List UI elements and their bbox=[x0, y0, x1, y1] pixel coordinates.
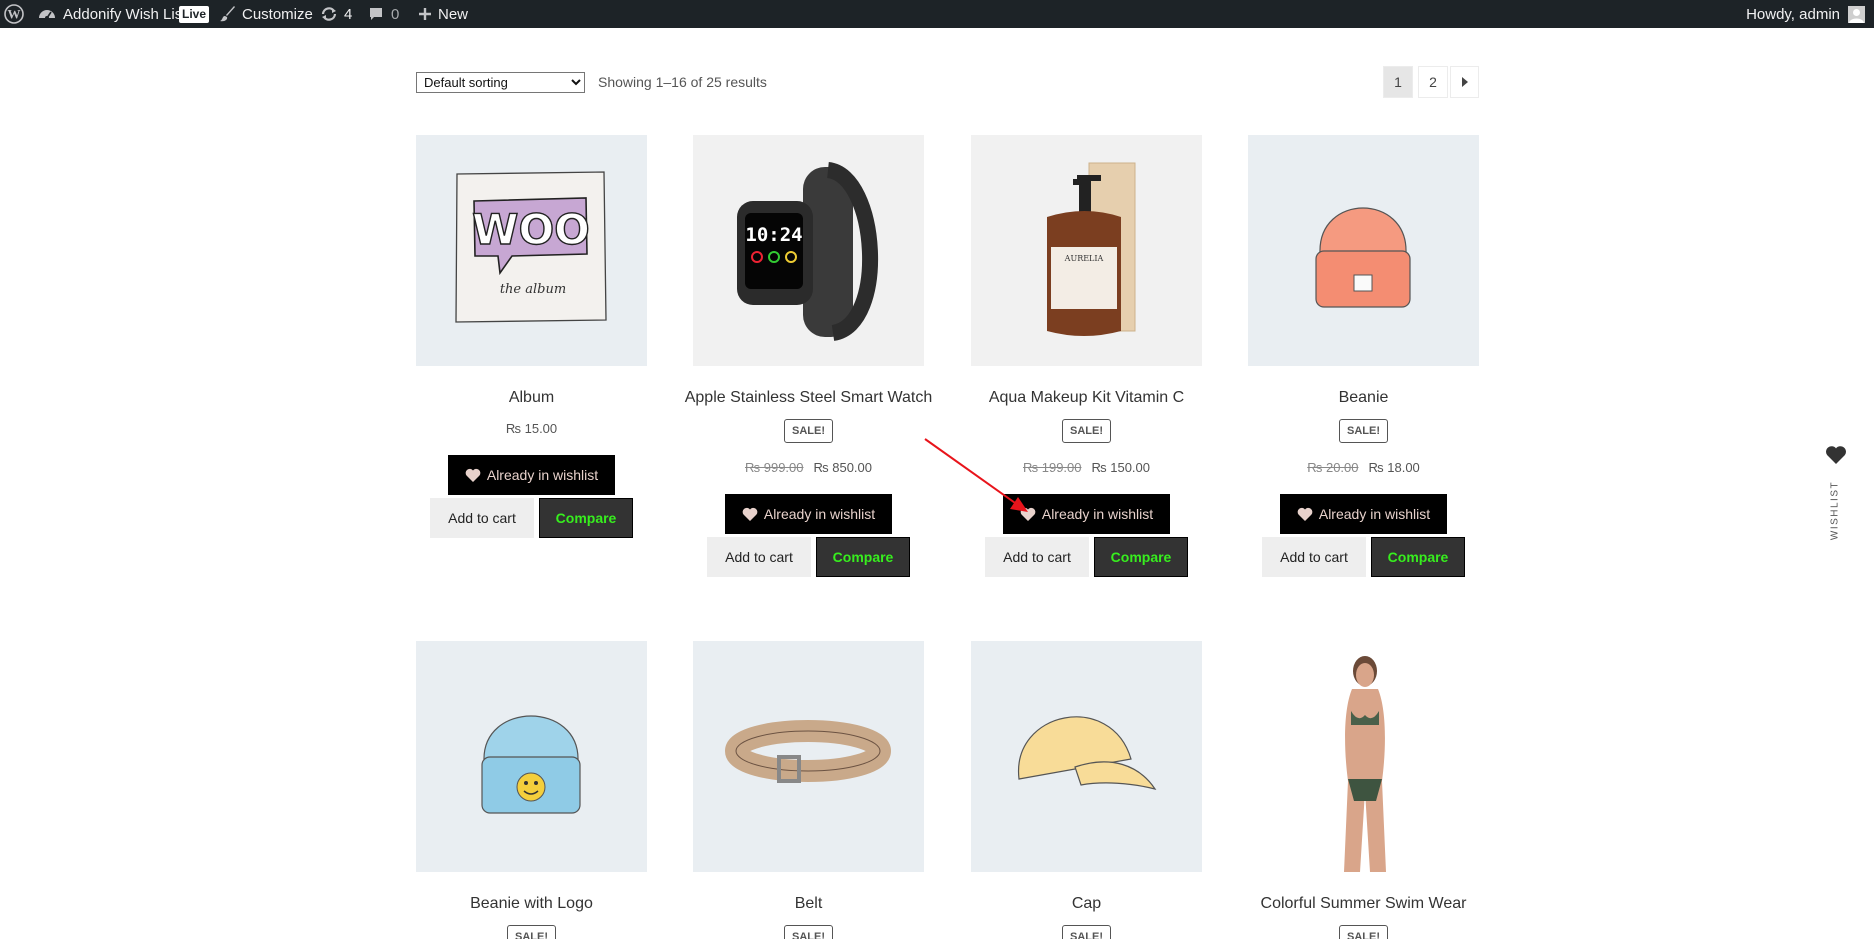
pagination-page-1[interactable]: 1 bbox=[1383, 66, 1413, 98]
heart-icon bbox=[465, 468, 481, 482]
avatar bbox=[1848, 5, 1865, 23]
product-title[interactable]: Beanie bbox=[1228, 389, 1499, 407]
customize-link[interactable]: Customize bbox=[220, 0, 313, 28]
product-title[interactable]: Belt bbox=[673, 895, 944, 913]
add-to-cart-button[interactable]: Add to cart bbox=[1262, 537, 1366, 577]
already-in-wishlist-button[interactable]: Already in wishlist bbox=[448, 455, 615, 495]
brush-icon bbox=[220, 6, 235, 22]
pagination-page-2[interactable]: 2 bbox=[1418, 66, 1448, 98]
product-image[interactable] bbox=[693, 641, 924, 872]
add-to-cart-button[interactable]: Add to cart bbox=[707, 537, 811, 577]
regular-price: ₨ 20.00 bbox=[1307, 460, 1359, 475]
compare-button[interactable]: Compare bbox=[1094, 537, 1188, 577]
product-price: ₨ 199.00 ₨ 150.00 bbox=[971, 460, 1202, 475]
sale-badge: SALE! bbox=[1062, 925, 1111, 939]
sale-price: ₨ 18.00 bbox=[1368, 460, 1420, 475]
product-image[interactable] bbox=[416, 641, 647, 872]
product-title[interactable]: Colorful Summer Swim Wear bbox=[1228, 895, 1499, 913]
caret-right-icon bbox=[1461, 77, 1468, 87]
product-image[interactable]: WOO the album bbox=[416, 135, 647, 366]
sale-badge: SALE! bbox=[784, 925, 833, 939]
sale-price: ₨ 150.00 bbox=[1091, 460, 1151, 475]
wordpress-logo-icon[interactable]: W bbox=[4, 0, 24, 28]
sale-badge: SALE! bbox=[507, 925, 556, 939]
svg-text:W: W bbox=[8, 7, 21, 22]
pagination-next[interactable] bbox=[1450, 66, 1479, 98]
site-name-link[interactable]: Addonify Wish List bbox=[38, 0, 186, 28]
product-image[interactable] bbox=[971, 641, 1202, 872]
dashboard-icon bbox=[39, 10, 55, 20]
sale-badge: SALE! bbox=[1339, 419, 1388, 443]
already-in-wishlist-button[interactable]: Already in wishlist bbox=[1280, 494, 1447, 534]
product-price: ₨ 15.00 bbox=[505, 421, 558, 436]
product-title[interactable]: Beanie with Logo bbox=[396, 895, 667, 913]
watch-time-text: 10:24 bbox=[745, 224, 802, 246]
wishlist-sidebar-toggle[interactable]: WISHLIST bbox=[1822, 445, 1848, 540]
my-account-link[interactable]: Howdy, admin bbox=[1746, 0, 1865, 28]
product-title[interactable]: Album bbox=[396, 389, 667, 407]
product-image[interactable]: AURELIA bbox=[971, 135, 1202, 366]
regular-price: ₨ 199.00 bbox=[1022, 460, 1082, 475]
product-price: ₨ 20.00 ₨ 18.00 bbox=[1248, 460, 1479, 475]
sale-badge: SALE! bbox=[1339, 925, 1388, 939]
product-price: ₨ 999.00 ₨ 850.00 bbox=[693, 460, 924, 475]
admin-bar: W Addonify Wish List Live Customize 4 0 … bbox=[0, 0, 1874, 28]
bottle-brand-text: AURELIA bbox=[1064, 254, 1104, 263]
product-title[interactable]: Aqua Makeup Kit Vitamin C bbox=[951, 389, 1222, 407]
regular-price: ₨ 999.00 bbox=[744, 460, 804, 475]
site-name: Addonify Wish List bbox=[63, 5, 187, 23]
plus-icon bbox=[419, 8, 431, 20]
already-in-wishlist-button[interactable]: Already in wishlist bbox=[725, 494, 892, 534]
updates-icon bbox=[321, 7, 337, 21]
product-image[interactable]: 10:24 bbox=[693, 135, 924, 366]
sale-badge: SALE! bbox=[784, 419, 833, 443]
add-to-cart-button[interactable]: Add to cart bbox=[985, 537, 1089, 577]
comments-link[interactable]: 0 bbox=[368, 0, 399, 28]
add-to-cart-button[interactable]: Add to cart bbox=[430, 498, 534, 538]
result-count: Showing 1–16 of 25 results bbox=[598, 74, 767, 90]
wishlist-sidebar-label: WISHLIST bbox=[1829, 480, 1841, 541]
annotation-arrow bbox=[924, 438, 1028, 512]
live-badge: Live bbox=[179, 0, 210, 28]
product-title[interactable]: Cap bbox=[951, 895, 1222, 913]
album-caption-text: the album bbox=[500, 282, 566, 297]
heart-icon bbox=[1297, 507, 1313, 521]
product-image[interactable] bbox=[1248, 641, 1479, 872]
comment-icon bbox=[370, 8, 382, 20]
compare-button[interactable]: Compare bbox=[539, 498, 633, 538]
new-content-link[interactable]: New bbox=[418, 0, 468, 28]
heart-icon bbox=[742, 507, 758, 521]
sale-badge: SALE! bbox=[1062, 419, 1111, 443]
heart-icon bbox=[1020, 507, 1036, 521]
product-image[interactable] bbox=[1248, 135, 1479, 366]
heart-icon bbox=[1826, 446, 1846, 464]
album-woo-text: WOO bbox=[472, 205, 590, 254]
sale-price: ₨ 850.00 bbox=[813, 460, 873, 475]
already-in-wishlist-button[interactable]: Already in wishlist bbox=[1003, 494, 1170, 534]
compare-button[interactable]: Compare bbox=[1371, 537, 1465, 577]
updates-link[interactable]: 4 bbox=[320, 0, 352, 28]
compare-button[interactable]: Compare bbox=[816, 537, 910, 577]
sort-select[interactable]: Default sorting bbox=[416, 72, 585, 93]
product-title[interactable]: Apple Stainless Steel Smart Watch bbox=[673, 389, 944, 407]
